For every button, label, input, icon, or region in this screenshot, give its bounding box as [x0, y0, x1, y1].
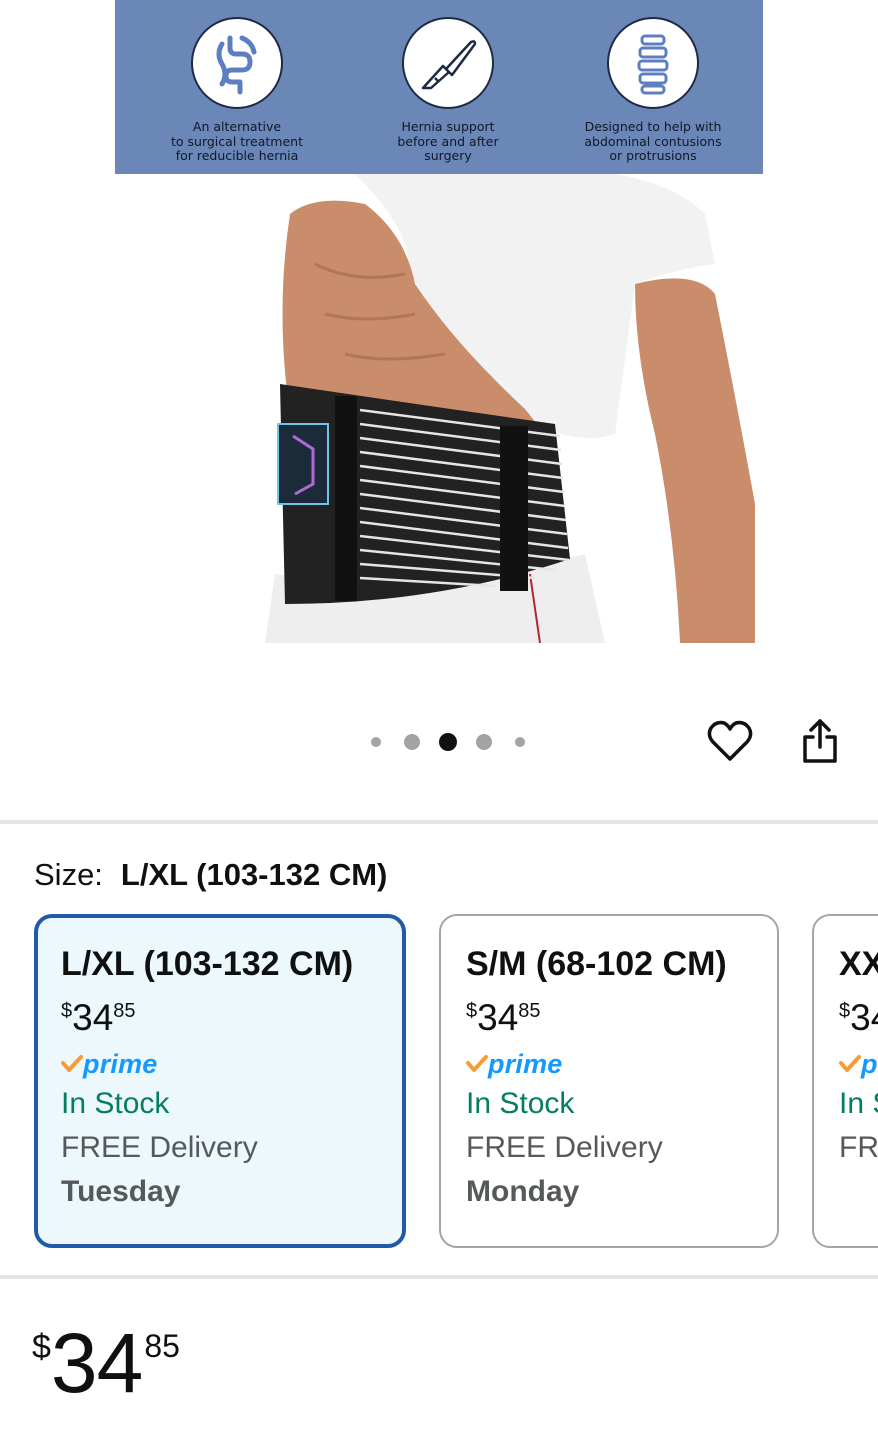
price-cents: 85	[113, 1000, 136, 1022]
feature-banner: An alternative to surgical treatment for…	[115, 0, 763, 174]
share-icon	[803, 719, 837, 763]
size-option-price: $3485	[61, 998, 402, 1038]
stock-status: In Stock	[61, 1087, 170, 1120]
product-photo	[115, 174, 763, 643]
size-option-card-selected[interactable]: L/XL (103-132 CM) $3485 prime In Stock F…	[34, 914, 406, 1248]
section-divider	[0, 1275, 878, 1279]
size-option-price: $3485	[839, 998, 878, 1038]
size-label-key: Size:	[34, 857, 103, 892]
stock-status: In Stock	[839, 1087, 878, 1120]
price-whole: 34	[477, 997, 519, 1038]
carousel-dot[interactable]	[476, 734, 492, 750]
prime-badge: prime	[466, 1048, 777, 1080]
favorite-button[interactable]	[705, 716, 755, 766]
heart-icon	[707, 720, 753, 761]
feature-text: Designed to help with abdominal contusio…	[584, 119, 722, 163]
size-option-title: XXL	[839, 945, 878, 983]
size-option-title: S/M (68-102 CM)	[466, 945, 727, 983]
share-button[interactable]	[795, 716, 845, 766]
size-option-title: L/XL (103-132 CM)	[61, 945, 354, 983]
size-label: Size: L/XL (103-132 CM)	[34, 855, 387, 895]
price-currency: $	[839, 1000, 851, 1022]
delivery-day: Tuesday	[61, 1175, 181, 1208]
size-option-card[interactable]: XXL $3485 prime In Stock FREE Delivery	[812, 914, 878, 1248]
prime-check-icon	[466, 1055, 488, 1072]
price-currency: $	[466, 1000, 478, 1022]
delivery-text: FREE Delivery	[839, 1131, 878, 1164]
delivery-text: FREE Delivery	[61, 1131, 258, 1164]
size-options[interactable]: L/XL (103-132 CM) $3485 prime In Stock F…	[34, 914, 878, 1250]
price-cents: 85	[518, 1000, 541, 1022]
intestine-icon	[191, 17, 283, 109]
size-selected-value: L/XL (103-132 CM)	[120, 857, 388, 892]
prime-check-icon	[839, 1055, 861, 1072]
spine-icon	[607, 17, 699, 109]
prime-badge: prime	[61, 1048, 402, 1080]
product-image[interactable]: An alternative to surgical treatment for…	[115, 0, 763, 643]
price-whole: 34	[50, 1316, 143, 1410]
carousel-dots[interactable]	[358, 729, 538, 755]
price-currency: $	[61, 1000, 73, 1022]
carousel-dot[interactable]	[404, 734, 420, 750]
carousel-dot-active[interactable]	[439, 733, 457, 751]
feature-text: Hernia support before and after surgery	[397, 119, 499, 163]
prime-label: prime	[488, 1048, 563, 1079]
size-option-card[interactable]: S/M (68-102 CM) $3485 prime In Stock FRE…	[439, 914, 779, 1248]
scalpel-icon	[402, 17, 494, 109]
prime-badge: prime	[839, 1048, 878, 1080]
feature-text: An alternative to surgical treatment for…	[171, 119, 303, 163]
feature-item: An alternative to surgical treatment for…	[137, 0, 337, 164]
size-option-price: $3485	[466, 998, 777, 1038]
price-cents: 85	[144, 1328, 180, 1364]
prime-label: prime	[83, 1048, 158, 1079]
feature-item: Designed to help with abdominal contusio…	[553, 0, 753, 164]
carousel-dot[interactable]	[371, 737, 381, 747]
section-divider	[0, 820, 878, 824]
feature-item: Hernia support before and after surgery	[348, 0, 548, 164]
stock-status: In Stock	[466, 1087, 575, 1120]
delivery-text: FREE Delivery	[466, 1131, 663, 1164]
carousel-dot[interactable]	[515, 737, 525, 747]
product-price: $3485	[32, 1318, 180, 1408]
price-whole: 34	[850, 997, 878, 1038]
price-whole: 34	[72, 997, 114, 1038]
price-currency: $	[32, 1328, 51, 1366]
delivery-day: Monday	[466, 1175, 580, 1208]
prime-label: prime	[861, 1048, 878, 1079]
prime-check-icon	[61, 1055, 83, 1072]
